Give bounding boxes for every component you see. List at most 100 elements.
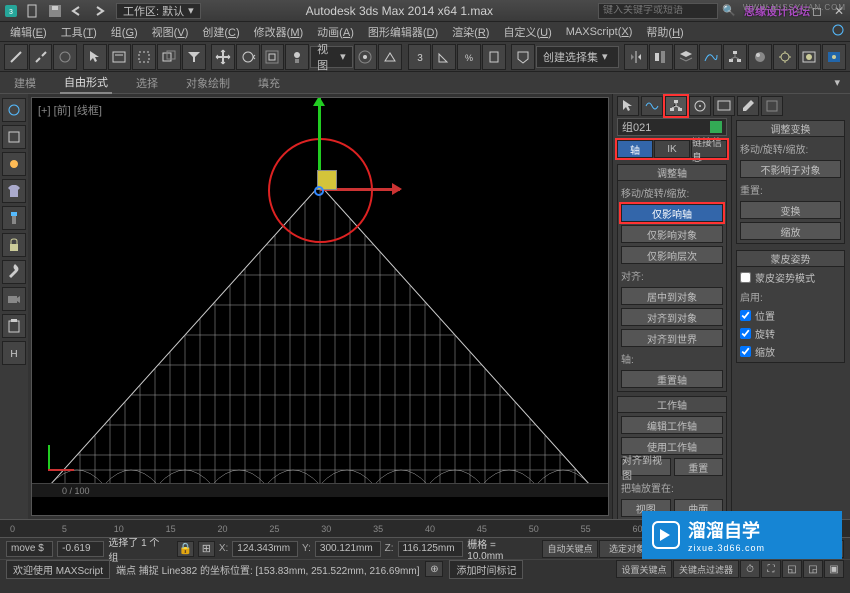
skin-mode-checkbox[interactable] (740, 272, 751, 283)
rollout-header[interactable]: 调整轴 (618, 165, 726, 181)
extra-tab-icon[interactable] (761, 96, 783, 116)
paste-icon[interactable] (2, 314, 26, 338)
menu-group[interactable]: 组(G) (105, 22, 144, 42)
lock-selection-icon[interactable]: 🔒 (177, 541, 194, 557)
color-swatch[interactable] (710, 121, 722, 133)
reset-wp-button[interactable]: 重置 (674, 458, 724, 476)
hierarchy-tab-icon[interactable] (665, 96, 687, 116)
spinner-snap-icon[interactable] (482, 44, 506, 70)
app-menu-icon[interactable]: 3 (1, 2, 21, 20)
ribbon-tab-selection[interactable]: 选择 (132, 73, 162, 93)
menu-modifiers[interactable]: 修改器(M) (248, 22, 310, 42)
ribbon-expand-icon[interactable]: ▾ (834, 76, 840, 89)
toggle-icon[interactable]: ⊕ (425, 561, 443, 577)
align-world-button[interactable]: 对齐到世界 (621, 329, 723, 347)
angle-snap-icon[interactable] (432, 44, 456, 70)
align-icon[interactable] (649, 44, 673, 70)
window-crossing-icon[interactable] (157, 44, 181, 70)
selection-set-dropdown[interactable]: 创建选择集▾ (536, 46, 619, 68)
center-object-button[interactable]: 居中到对象 (621, 287, 723, 305)
keyfilter-button[interactable]: 关键点过滤器 (673, 560, 739, 578)
ribbon-tab-freeform[interactable]: 自由形式 (60, 72, 112, 94)
caddy-icon[interactable] (830, 22, 846, 41)
menu-views[interactable]: 视图(V) (146, 22, 195, 42)
menu-graph[interactable]: 图形编辑器(D) (362, 22, 444, 42)
utilities-tab-icon[interactable] (737, 96, 759, 116)
layers-icon[interactable] (674, 44, 698, 70)
wrench-icon[interactable] (2, 260, 26, 284)
menu-tools[interactable]: 工具(T) (55, 22, 103, 42)
unlink-icon[interactable] (29, 44, 53, 70)
select-region-icon[interactable] (132, 44, 156, 70)
ribbon-tab-modeling[interactable]: 建模 (10, 73, 40, 93)
y-field[interactable]: 300.121mm (315, 541, 381, 557)
ik-subtab[interactable]: IK (654, 140, 690, 158)
reset-pivot-button[interactable]: 重置轴 (621, 370, 723, 388)
modify-tab-icon[interactable] (641, 96, 663, 116)
rollout-header[interactable]: 工作轴 (618, 397, 726, 413)
menu-customize[interactable]: 自定义(U) (497, 22, 557, 42)
ribbon-tab-populate[interactable]: 填充 (254, 73, 284, 93)
schematic-icon[interactable] (723, 44, 747, 70)
abs-rel-icon[interactable]: ⊞ (198, 541, 215, 557)
rotate-icon[interactable] (236, 44, 260, 70)
curve-editor-icon[interactable] (699, 44, 723, 70)
render-icon[interactable] (822, 44, 846, 70)
workspace-dropdown[interactable]: 工作区: 默认▾ (116, 3, 201, 19)
flashlight-icon[interactable] (2, 206, 26, 230)
align-view-button[interactable]: 对齐到视图 (621, 458, 671, 476)
viewport[interactable]: [+] [前] [线框] 0 / 100 (31, 97, 609, 516)
select-name-icon[interactable] (108, 44, 132, 70)
move-value[interactable]: -0.619 (57, 541, 104, 557)
rollout-header[interactable]: 调整变换 (737, 121, 844, 137)
xview-icon[interactable] (2, 98, 26, 122)
scene-explorer-icon[interactable] (2, 125, 26, 149)
affect-pivot-button[interactable]: 仅影响轴 (621, 204, 723, 222)
ref-coord-dropdown[interactable]: 视图▾ (310, 46, 353, 68)
zoom-all-icon[interactable]: ◲ (803, 560, 823, 578)
ribbon-tab-paint[interactable]: 对象绘制 (182, 73, 234, 93)
edit-working-pivot-button[interactable]: 编辑工作轴 (621, 416, 723, 434)
material-editor-icon[interactable] (748, 44, 772, 70)
search-input[interactable] (603, 5, 713, 16)
lock-icon[interactable] (2, 233, 26, 257)
z-field[interactable]: 116.125mm (398, 541, 464, 557)
pivot-center-icon[interactable] (354, 44, 378, 70)
motion-tab-icon[interactable] (689, 96, 711, 116)
render-setup-icon[interactable] (773, 44, 797, 70)
menu-maxscript[interactable]: MAXScript(X) (560, 24, 639, 40)
select-object-icon[interactable] (83, 44, 107, 70)
snap-toggle-icon[interactable]: 3 (408, 44, 432, 70)
origin-handle[interactable] (314, 186, 324, 196)
menu-render[interactable]: 渲染(R) (446, 22, 495, 42)
named-sel-icon[interactable] (511, 44, 535, 70)
time-config-icon[interactable]: ⏱ (740, 560, 760, 578)
affect-hierarchy-button[interactable]: 仅影响层次 (621, 246, 723, 264)
x-field[interactable]: 124.343mm (232, 541, 298, 557)
no-affect-children-button[interactable]: 不影响子对象 (740, 160, 841, 178)
create-tab-icon[interactable] (617, 96, 639, 116)
select-link-icon[interactable] (4, 44, 28, 70)
pivot-subtab[interactable]: 轴 (617, 140, 653, 158)
add-time-tag[interactable]: 添加时间标记 (449, 560, 523, 579)
align-object-button[interactable]: 对齐到对象 (621, 308, 723, 326)
menu-edit[interactable]: 编辑(E) (4, 22, 53, 42)
link-subtab[interactable]: 链接信息 (691, 140, 727, 158)
reset-scale-button[interactable]: 缩放 (740, 222, 841, 240)
affect-object-button[interactable]: 仅影响对象 (621, 225, 723, 243)
autokey-button[interactable]: 自动关键点 (542, 540, 598, 558)
y-axis-arrow[interactable] (318, 98, 321, 178)
menu-help[interactable]: 帮助(H) (640, 22, 689, 42)
render-frame-icon[interactable] (798, 44, 822, 70)
camera-icon[interactable] (2, 287, 26, 311)
display-tab-icon[interactable] (713, 96, 735, 116)
select-filter-icon[interactable] (182, 44, 206, 70)
manipulate-icon[interactable] (378, 44, 402, 70)
help-search[interactable] (598, 3, 718, 19)
rollout-header[interactable]: 蒙皮姿势 (737, 251, 844, 267)
new-icon[interactable] (23, 2, 43, 20)
save-icon[interactable] (45, 2, 65, 20)
rot-checkbox[interactable] (740, 328, 751, 339)
scale-checkbox[interactable] (740, 346, 751, 357)
redo-icon[interactable] (89, 2, 109, 20)
